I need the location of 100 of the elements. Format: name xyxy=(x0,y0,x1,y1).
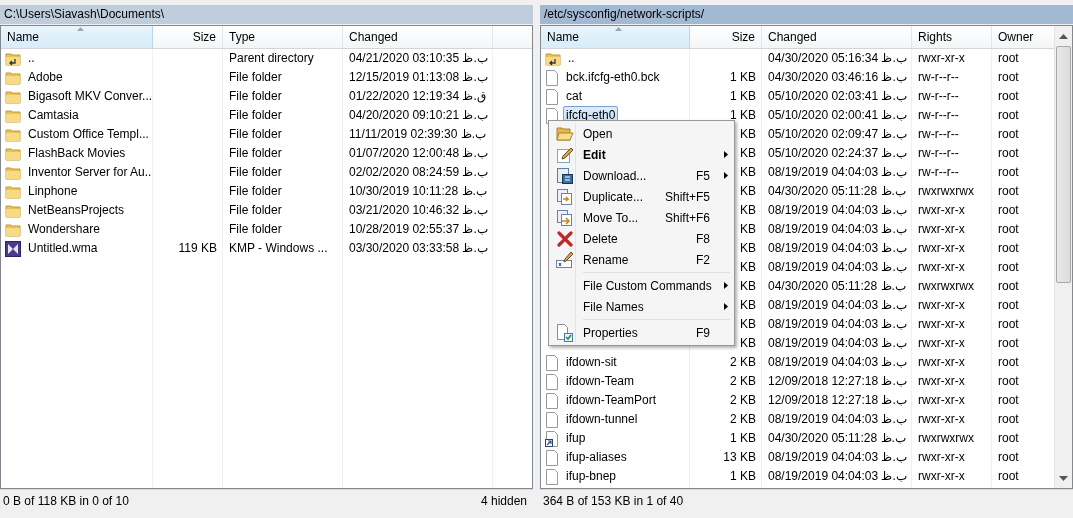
menu-item[interactable]: File Custom Commands xyxy=(551,275,732,296)
table-cell-text: 08/19/2019 04:04:03 ب.ظ xyxy=(768,221,907,238)
table-cell-text: root xyxy=(998,468,1019,485)
table-cell-text: rwxrwxrwx xyxy=(918,278,974,295)
table-cell-text: KB xyxy=(740,202,756,219)
table-cell-text: rwxr-xr-x xyxy=(918,335,965,352)
table-cell-text: KB xyxy=(740,259,756,276)
column-header[interactable]: Size xyxy=(153,26,223,48)
table-cell-text: 11/11/2019 02:39:30 ب.ظ xyxy=(349,126,486,143)
table-cell-text: 08/19/2019 04:04:03 ب.ظ xyxy=(768,354,907,371)
file-name[interactable]: Wondershare xyxy=(25,220,103,239)
table-cell-text: 04/21/2020 03:10:35 ب.ظ xyxy=(349,50,488,67)
menu-item[interactable]: File Names xyxy=(551,296,732,317)
table-cell-text: 08/19/2019 04:04:03 ب.ظ xyxy=(768,240,907,257)
table-cell-text: 02/02/2020 08:24:59 ب.ظ xyxy=(349,164,488,181)
table-cell-text: root xyxy=(998,145,1019,162)
table-cell-text: rw-r--r-- xyxy=(918,145,959,162)
table-cell-text: KB xyxy=(740,164,756,181)
table-cell-text: root xyxy=(998,221,1019,238)
menu-item[interactable]: Rename F2 xyxy=(551,249,732,270)
table-cell-text: File folder xyxy=(229,221,282,238)
table-cell-text: 2 KB xyxy=(730,411,756,428)
file-name[interactable]: Inventor Server for Au... xyxy=(25,163,153,182)
file-name[interactable]: .. xyxy=(25,49,38,68)
file-name[interactable]: Adobe xyxy=(25,68,66,87)
scroll-down-icon[interactable] xyxy=(1059,476,1068,482)
file-name[interactable]: ifdown-Team xyxy=(563,372,638,391)
table-cell-text: 05/10/2020 02:03:41 ب.ظ xyxy=(768,88,907,105)
table-cell-text: KB xyxy=(740,297,756,314)
table-cell-text: 1 KB xyxy=(730,88,756,105)
path-bar: /etc/sysconfig/network-scripts/ xyxy=(540,5,1073,24)
file-icon xyxy=(545,69,559,86)
column-header[interactable]: Name xyxy=(1,26,153,48)
menu-item[interactable]: Edit xyxy=(551,144,732,165)
media-file-icon xyxy=(5,240,21,257)
menu-item[interactable]: Properties F9 xyxy=(551,322,732,343)
table-cell-text: rwxr-xr-x xyxy=(918,221,965,238)
file-name[interactable]: Camtasia xyxy=(25,106,82,125)
table-cell-text: 08/19/2019 04:04:03 ب.ظ xyxy=(768,449,907,466)
file-name[interactable]: ifup xyxy=(563,429,589,448)
table-cell-text: rwxr-xr-x xyxy=(918,468,965,485)
table-cell-text: 1 KB xyxy=(730,69,756,86)
menu-item[interactable]: Duplicate... Shift+F5 xyxy=(551,186,732,207)
scrollbar[interactable] xyxy=(1054,26,1072,488)
table-cell-text: rwxr-xr-x xyxy=(918,449,965,466)
table-cell-text: 119 KB xyxy=(178,240,217,257)
column-header[interactable]: Changed xyxy=(343,26,493,48)
file-name[interactable]: bck.ifcfg-eth0.bck xyxy=(563,68,663,87)
column-header[interactable]: Changed xyxy=(762,26,912,48)
table-cell-text: File folder xyxy=(229,183,282,200)
folder-icon xyxy=(5,221,21,238)
file-name[interactable]: FlashBack Movies xyxy=(25,144,129,163)
file-name[interactable]: ifdown-sit xyxy=(563,353,620,372)
file-name[interactable]: ifdown-TeamPort xyxy=(563,391,660,410)
file-name[interactable]: Custom Office Templ... xyxy=(25,125,152,144)
column-header[interactable]: Name xyxy=(541,26,690,48)
file-name[interactable]: ifup-aliases xyxy=(563,448,630,467)
table-cell-text: File folder xyxy=(229,164,282,181)
table-cell-text: KB xyxy=(740,145,756,162)
menu-item[interactable]: Open xyxy=(551,123,732,144)
file-icon xyxy=(545,411,559,428)
scroll-up-icon[interactable] xyxy=(1059,34,1068,40)
table-cell-text: 05/10/2020 02:00:41 ب.ظ xyxy=(768,107,907,124)
folder-icon xyxy=(5,183,21,200)
column-header[interactable]: Size xyxy=(690,26,762,48)
file-icon xyxy=(545,354,559,371)
file-icon xyxy=(545,88,559,105)
file-name[interactable]: Untitled.wma xyxy=(25,239,101,258)
table-cell-text: 04/30/2020 03:46:16 ب.ظ xyxy=(768,69,907,86)
table-cell-text: 1 KB xyxy=(730,430,756,447)
table-cell-text: 1 KB xyxy=(730,107,756,124)
file-name[interactable]: cat xyxy=(563,87,585,106)
folder-icon xyxy=(5,145,21,162)
file-name[interactable]: Bigasoft MKV Conver... xyxy=(25,87,153,106)
table-cell-text: root xyxy=(998,316,1019,333)
table-cell-text: 04/20/2020 09:10:21 ب.ظ xyxy=(349,107,488,124)
column-header[interactable]: Type xyxy=(223,26,343,48)
menu-item[interactable]: Move To... Shift+F6 xyxy=(551,207,732,228)
table-cell-text: 2 KB xyxy=(730,373,756,390)
table-cell-text: 04/30/2020 05:11:28 ب.ظ xyxy=(768,278,906,295)
file-name[interactable]: NetBeansProjects xyxy=(25,201,128,220)
download-icon xyxy=(556,166,574,185)
column-header[interactable]: Rights xyxy=(912,26,992,48)
table-cell-text: root xyxy=(998,335,1019,352)
table-cell-text: root xyxy=(998,373,1019,390)
hidden-count: 4 hidden xyxy=(480,493,527,510)
table-cell-text: 03/30/2020 03:33:58 ب.ظ xyxy=(349,240,488,257)
menu-item[interactable]: Download... F5 xyxy=(551,165,732,186)
path-bar: C:\Users\Siavash\Documents\ xyxy=(0,5,533,24)
file-name[interactable]: ifdown-tunnel xyxy=(563,410,641,429)
menu-item[interactable]: Delete F8 xyxy=(551,228,732,249)
table-cell-text: 08/19/2019 04:04:03 ب.ظ xyxy=(768,335,907,352)
table-cell-text: 04/30/2020 05:11:28 ب.ظ xyxy=(768,183,906,200)
table-cell-text: rwxr-xr-x xyxy=(918,259,965,276)
file-name[interactable]: Linphone xyxy=(25,182,81,201)
table-cell-text: 08/19/2019 04:04:03 ب.ظ xyxy=(768,316,907,333)
table-cell-text: rw-r--r-- xyxy=(918,126,959,143)
table-cell-text: root xyxy=(998,278,1019,295)
file-name[interactable]: ifup-bnep xyxy=(563,467,620,486)
file-name[interactable]: .. xyxy=(565,49,578,68)
